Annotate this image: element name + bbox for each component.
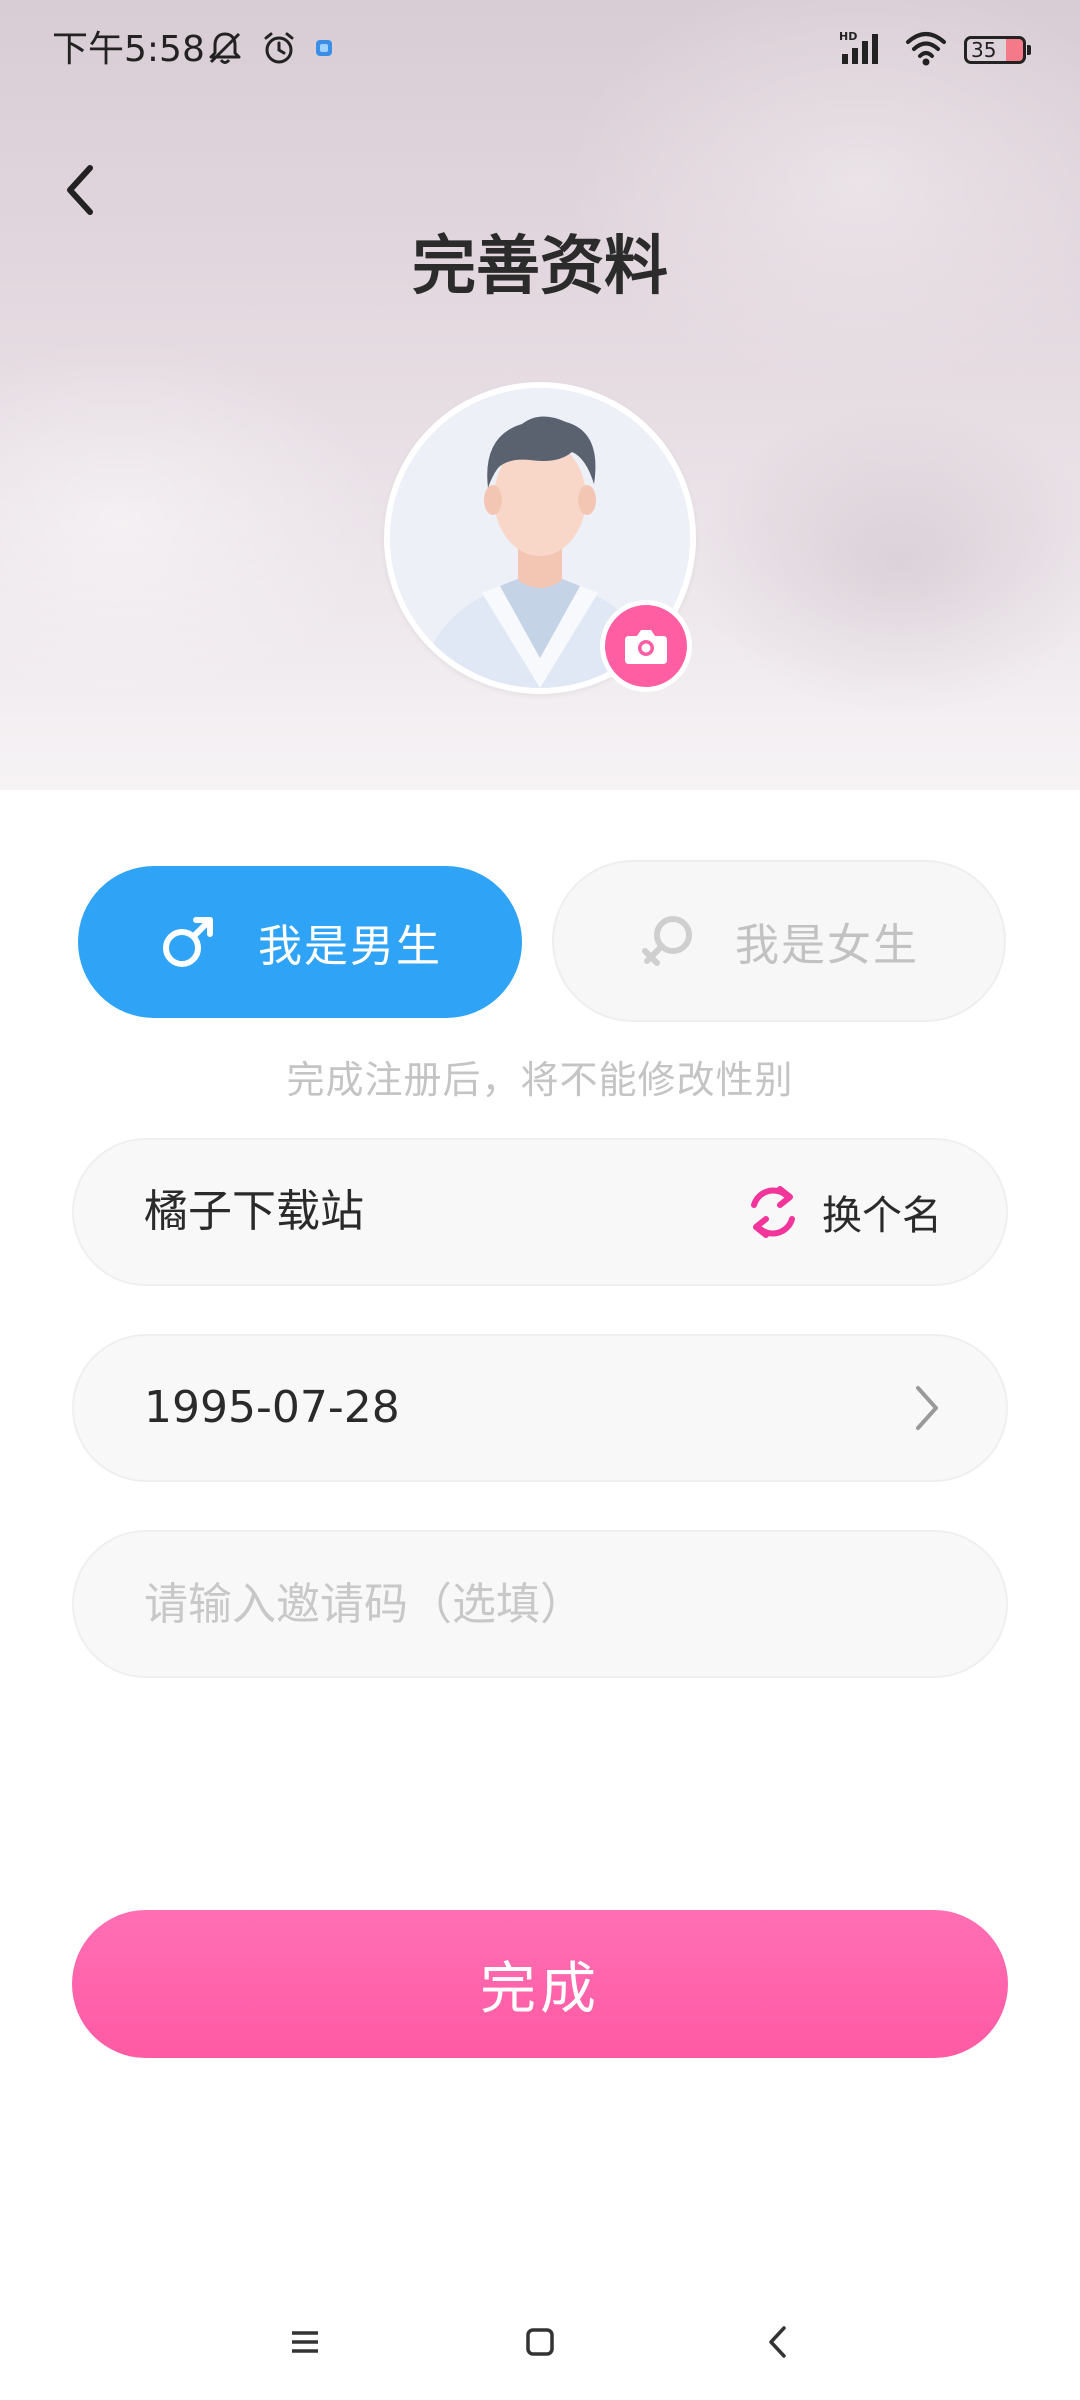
gender-male-button[interactable]: 我是男生 [78, 866, 522, 1018]
signal-icon: HD [838, 28, 888, 72]
done-button[interactable]: 完成 [72, 1910, 1008, 2058]
status-icons-left [205, 28, 335, 72]
camera-icon [625, 630, 667, 664]
done-label: 完成 [480, 1956, 600, 2022]
wifi-icon [904, 28, 948, 72]
gender-female-button[interactable]: 我是女生 [552, 860, 1006, 1022]
app-notification-icon [313, 37, 335, 63]
battery-icon: 35 [964, 36, 1031, 64]
gender-hint-text: 完成注册后，将不能修改性别 [286, 1058, 794, 1102]
nickname-value: 橘子下载站 [144, 1186, 364, 1237]
female-symbol-icon [642, 916, 692, 966]
nickname-field[interactable]: 橘子下载站 换个名 [72, 1138, 1008, 1286]
chevron-right-icon [916, 1386, 938, 1430]
rename-label: 换个名 [822, 1193, 942, 1239]
nav-menu-button[interactable] [275, 2312, 335, 2372]
menu-icon [292, 2331, 318, 2353]
invite-code-input[interactable] [144, 1532, 944, 1676]
birthday-value: 1995-07-28 [144, 1382, 400, 1433]
nav-home-button[interactable] [510, 2312, 570, 2372]
back-button[interactable] [50, 150, 110, 230]
chevron-left-icon [67, 165, 93, 215]
status-time: 下午5:58 [52, 29, 205, 70]
male-symbol-icon [163, 917, 213, 967]
nav-back-button[interactable] [748, 2312, 808, 2372]
change-avatar-button[interactable] [600, 600, 692, 692]
gender-male-label: 我是男生 [258, 921, 442, 972]
battery-level: 35 [971, 38, 997, 62]
page-title: 完善资料 [412, 230, 668, 304]
mute-bell-icon [205, 28, 245, 72]
signal-hd-label: HD [839, 30, 857, 43]
home-icon [526, 2328, 554, 2356]
back-icon [769, 2326, 786, 2358]
alarm-icon [259, 28, 299, 72]
gender-female-label: 我是女生 [735, 920, 919, 971]
invite-code-field[interactable] [72, 1530, 1008, 1678]
birthday-field[interactable]: 1995-07-28 [72, 1334, 1008, 1482]
rename-button[interactable]: 换个名 [746, 1140, 942, 1284]
system-nav-bar [0, 2300, 1080, 2380]
status-icons-right: HD 35 [838, 28, 1031, 72]
refresh-icon [751, 1186, 795, 1238]
